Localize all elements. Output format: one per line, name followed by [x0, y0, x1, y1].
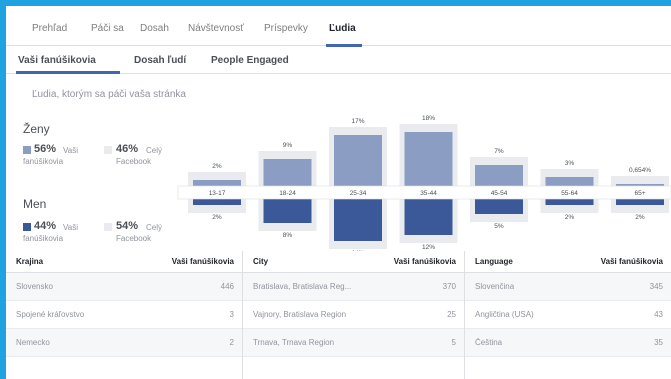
men-value-label: 2%: [635, 214, 645, 221]
location-language-tables: Krajina Vaši fanúšikovia Slovensko 446 S…: [6, 251, 671, 379]
table-city: City Vaši fanúšikovia Bratislava, Bratis…: [243, 251, 465, 379]
men-bar: [334, 199, 382, 241]
men-bar: [545, 199, 594, 205]
country-name: Slovensko: [16, 282, 53, 291]
table-row: Čeština 35: [465, 329, 671, 357]
city-fans: 5: [451, 338, 456, 347]
table-country: Krajina Vaši fanúšikovia Slovensko 446 S…: [6, 251, 243, 379]
city-name: Bratislava, Bratislava Reg...: [253, 282, 352, 291]
women-value-label: 3%: [565, 160, 575, 167]
language-name: Angličtina (USA): [475, 310, 534, 319]
women-value-label: 9%: [283, 142, 293, 149]
men-value-label: 8%: [283, 232, 293, 239]
header-country[interactable]: Krajina: [16, 257, 43, 266]
women-bar: [263, 159, 312, 186]
men-bar: [404, 199, 453, 235]
country-name: Spojené kráľovstvo: [16, 310, 85, 319]
country-fans: 3: [229, 310, 234, 319]
men-value-label: 12%: [422, 244, 435, 251]
age-tick-label: 35-44: [420, 190, 437, 197]
city-fans: 25: [447, 310, 456, 319]
header-language[interactable]: Language: [475, 257, 513, 266]
women-bar: [475, 165, 523, 186]
table-row: Bratislava, Bratislava Reg... 370: [243, 273, 464, 301]
men-value-label: 2%: [212, 214, 222, 221]
men-value-label: 2%: [565, 214, 575, 221]
table-row: Vajnory, Bratislava Region 25: [243, 301, 464, 329]
city-name: Vajnory, Bratislava Region: [253, 310, 347, 319]
header-city-fans[interactable]: Vaši fanúšikovia: [394, 257, 456, 266]
women-value-label: 0,654%: [629, 167, 651, 174]
language-name: Čeština: [475, 338, 503, 347]
table-row: Slovensko 446: [6, 273, 242, 301]
men-bar: [616, 199, 664, 205]
country-fans: 446: [220, 282, 234, 291]
table-row: Angličtina (USA) 43: [465, 301, 671, 329]
women-value-label: 2%: [212, 163, 222, 170]
table-row: Slovenčina 345: [465, 273, 671, 301]
table-row: Trnava, Trnava Region 5: [243, 329, 464, 357]
language-fans: 35: [654, 338, 663, 347]
age-tick-label: 65+: [634, 190, 645, 197]
language-fans: 43: [654, 310, 663, 319]
age-tick-label: 18-24: [279, 190, 296, 197]
header-country-fans[interactable]: Vaši fanúšikovia: [172, 257, 234, 266]
women-bar: [404, 132, 453, 186]
women-bar: [193, 180, 241, 186]
insights-panel: Prehľad Páči sa Dosah Návštevnosť Príspe…: [6, 6, 671, 379]
age-tick-label: 55-64: [561, 190, 578, 197]
table-row: Spojené kráľovstvo 3: [6, 301, 242, 329]
table-language: Language Vaši fanúšikovia Slovenčina 345…: [465, 251, 671, 379]
women-bar: [545, 177, 594, 186]
header-city[interactable]: City: [253, 257, 268, 266]
city-name: Trnava, Trnava Region: [253, 338, 335, 347]
women-bar: [334, 135, 382, 186]
table-row: Nemecko 2: [6, 329, 242, 357]
language-fans: 345: [649, 282, 663, 291]
women-value-label: 7%: [494, 148, 504, 155]
men-bar: [475, 199, 523, 214]
men-bar: [263, 199, 312, 223]
language-name: Slovenčina: [475, 282, 515, 291]
women-value-label: 18%: [422, 115, 435, 122]
age-tick-label: 13-17: [209, 190, 226, 197]
men-bar: [193, 199, 241, 205]
header-language-fans[interactable]: Vaši fanúšikovia: [601, 257, 663, 266]
city-fans: 370: [442, 282, 456, 291]
men-value-label: 5%: [494, 223, 504, 230]
women-value-label: 17%: [351, 118, 364, 125]
women-bar: [616, 184, 664, 186]
country-fans: 2: [229, 338, 234, 347]
country-name: Nemecko: [16, 338, 50, 347]
age-tick-label: 25-34: [350, 190, 367, 197]
age-tick-label: 45-54: [491, 190, 508, 197]
age-gender-chart: 2%2%9%8%17%14%18%12%7%5%3%2%0,654%2%13-1…: [177, 115, 671, 257]
